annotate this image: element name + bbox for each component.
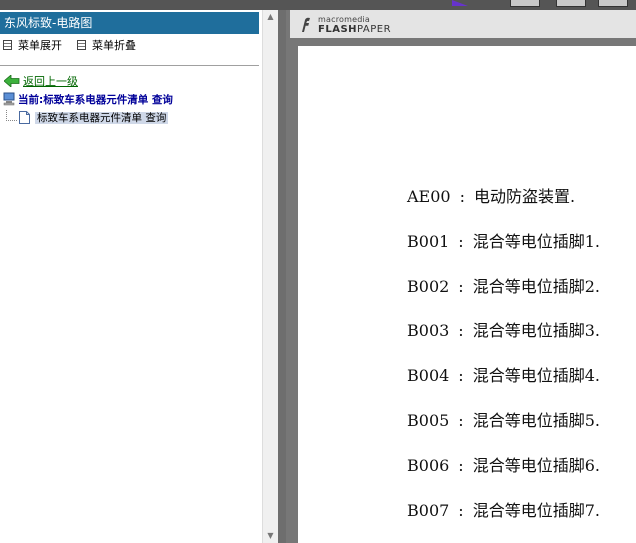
line-code: B002	[407, 276, 450, 296]
top-toolbar-strip	[0, 0, 636, 10]
line-code: B004	[407, 366, 450, 386]
line-code: B003	[407, 321, 450, 341]
purple-arrow-icon[interactable]	[452, 0, 468, 6]
scroll-up-icon[interactable]: ▲	[263, 10, 278, 24]
back-arrow-icon	[4, 75, 20, 87]
tree-item[interactable]: 标致车系电器元件清单 查询	[6, 110, 169, 126]
line-text: 混合等电位插脚3.	[472, 321, 600, 341]
toolbar-button-3[interactable]	[598, 0, 628, 7]
line-code: B006	[407, 455, 450, 475]
line-colon: :	[458, 321, 464, 341]
logo-product-text: FLASHPAPER	[318, 24, 392, 35]
line-text: 混合等电位插脚5.	[472, 411, 600, 430]
document-line: B002: 混合等电位插脚2.	[407, 273, 600, 297]
document-icon	[19, 110, 30, 124]
flashpaper-viewer: macromedia FLASHPAPER AE00: 电动防盗装置. B001: 混…	[286, 10, 636, 543]
line-colon: :	[458, 276, 464, 296]
back-link-label: 返回上一级	[23, 75, 78, 88]
document-line: B004: 混合等电位插脚4.	[407, 362, 600, 386]
line-text: 混合等电位插脚1.	[472, 231, 600, 251]
menu-collapse-label: 菜单折叠	[92, 39, 136, 52]
logo-macromedia-text: macromedia	[318, 15, 371, 24]
back-link[interactable]: 返回上一级	[4, 74, 78, 90]
divider-line	[0, 65, 259, 66]
toolbar-button-2[interactable]	[556, 0, 586, 7]
line-text: 混合等电位插脚4.	[472, 366, 600, 386]
line-text: 混合等电位插脚2.	[472, 276, 600, 296]
line-colon: :	[459, 187, 465, 206]
toolbar-button-1[interactable]	[510, 0, 540, 7]
menu-expand-button[interactable]: 菜单展开	[3, 38, 62, 54]
tree-connector	[6, 110, 17, 121]
document-line: B003: 混合等电位插脚3.	[407, 317, 600, 341]
tree-item-label: 标致车系电器元件清单 查询	[35, 112, 169, 124]
navigation-panel: 东风标致-电路图 菜单展开 菜单折叠 返回上一级 当前:标致车系电器元件清单 查…	[0, 10, 262, 543]
document-page: AE00: 电动防盗装置. B001: 混合等电位插脚1. B002: 混合等电位插脚2.…	[298, 46, 636, 543]
flashpaper-logo-icon	[302, 17, 310, 32]
document-line: B007: 混合等电位插脚7.	[407, 497, 600, 521]
line-text: 混合等电位插脚7.	[472, 500, 600, 520]
line-text: 混合等电位插脚6.	[472, 455, 600, 475]
line-code: B001	[407, 231, 450, 251]
line-code: B005	[407, 411, 450, 430]
left-scrollbar[interactable]: ▲ ▼	[262, 10, 278, 543]
current-location: 当前:标致车系电器元件清单 查询	[3, 92, 173, 108]
list-icon	[77, 40, 86, 50]
panel-title: 东风标致-电路图	[0, 12, 259, 34]
current-location-label: 当前:标致车系电器元件清单 查询	[18, 94, 173, 106]
document-line: B001: 混合等电位插脚1.	[407, 228, 600, 252]
line-colon: :	[458, 500, 464, 520]
list-icon	[3, 40, 12, 50]
document-line: B005: 混合等电位插脚5.	[407, 407, 600, 431]
menu-expand-label: 菜单展开	[18, 39, 62, 52]
menu-toggle-row: 菜单展开 菜单折叠	[0, 38, 259, 54]
pane-splitter[interactable]	[278, 10, 286, 543]
scroll-down-icon[interactable]: ▼	[263, 529, 278, 543]
menu-collapse-button[interactable]: 菜单折叠	[77, 38, 136, 54]
line-colon: :	[458, 455, 464, 475]
document-line: AE00: 电动防盗装置.	[407, 183, 575, 207]
computer-icon	[3, 92, 15, 106]
line-text: 电动防盗装置.	[473, 187, 576, 206]
line-code: AE00	[407, 187, 451, 206]
line-code: B007	[407, 500, 450, 520]
line-colon: :	[458, 366, 464, 386]
viewer-header: macromedia FLASHPAPER	[290, 10, 636, 38]
line-colon: :	[458, 411, 464, 430]
line-colon: :	[458, 231, 464, 251]
document-line: B006: 混合等电位插脚6.	[407, 452, 600, 476]
